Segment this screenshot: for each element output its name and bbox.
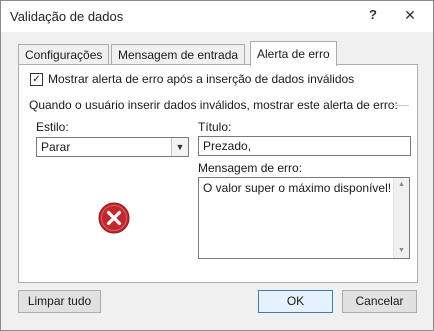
tab-settings[interactable]: Configurações [18, 44, 110, 65]
title-input[interactable]: Prezado, [198, 136, 411, 156]
style-select[interactable]: Parar ▼ [36, 137, 189, 157]
clear-all-button[interactable]: Limpar tudo [18, 290, 101, 313]
title-input-value: Prezado, [203, 139, 252, 153]
style-label: Estilo: [36, 120, 69, 134]
tab-error-alert-label: Alerta de erro [257, 47, 330, 61]
error-stop-icon [98, 202, 130, 234]
tab-input-message-label: Mensagem de entrada [118, 48, 239, 62]
scroll-up-icon[interactable]: ▲ [394, 178, 409, 192]
error-message-label: Mensagem de erro: [198, 161, 303, 175]
error-message-textarea[interactable]: O valor super o máximo disponível! ▲ ▼ [198, 177, 410, 259]
scroll-down-icon[interactable]: ▼ [394, 244, 409, 258]
error-message-value: O valor super o máximo disponível! [203, 181, 392, 195]
cancel-button[interactable]: Cancelar [342, 290, 417, 313]
section-description: Quando o usuário inserir dados inválidos… [29, 98, 398, 112]
help-button[interactable]: ? [361, 5, 385, 25]
show-error-alert-checkbox[interactable]: ✓ [30, 73, 43, 86]
close-button[interactable]: ✕ [398, 5, 422, 25]
tab-error-alert[interactable]: Alerta de erro [250, 41, 337, 66]
tab-settings-label: Configurações [25, 48, 103, 62]
error-alert-panel: ✓ Mostrar alerta de erro após a inserção… [18, 64, 418, 283]
tab-input-message[interactable]: Mensagem de entrada [111, 44, 246, 65]
ok-button[interactable]: OK [258, 290, 333, 313]
section-divider [391, 105, 409, 106]
window-title: Validação de dados [10, 9, 124, 24]
chevron-down-icon[interactable]: ▼ [171, 138, 188, 156]
message-scrollbar[interactable]: ▲ ▼ [393, 178, 409, 258]
data-validation-dialog: Validação de dados ? ✕ Configurações Men… [0, 0, 434, 331]
style-select-value: Parar [41, 140, 71, 154]
show-error-alert-label: Mostrar alerta de erro após a inserção d… [48, 72, 355, 86]
title-bar: Validação de dados ? ✕ [1, 1, 433, 32]
title-label: Título: [198, 120, 232, 134]
